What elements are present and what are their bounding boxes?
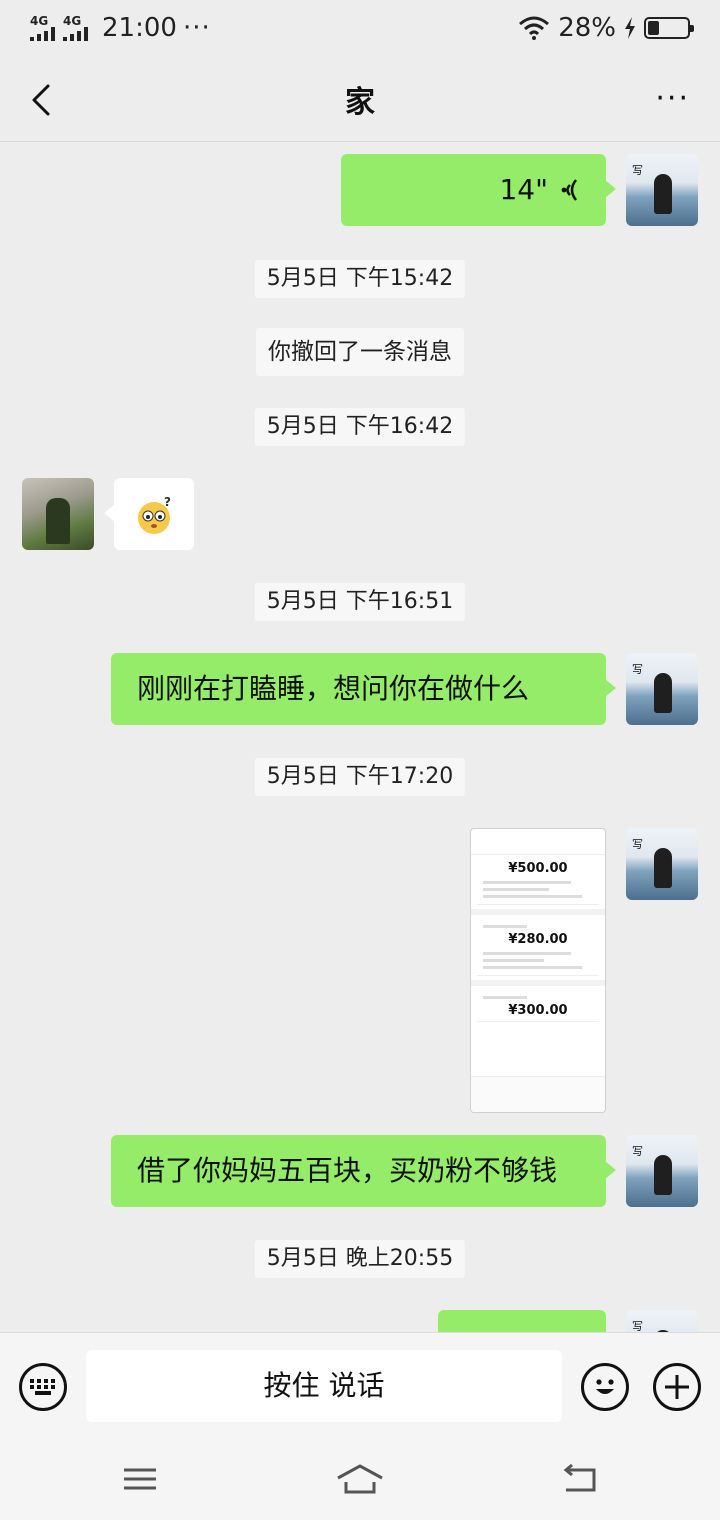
plus-icon — [665, 1375, 689, 1399]
avatar-self[interactable]: 写 — [626, 1310, 698, 1332]
timestamp: 5月5日 下午16:42 — [254, 408, 466, 446]
charging-icon — [625, 17, 635, 39]
input-bar: 按住 说话 — [0, 1332, 720, 1440]
timestamp: 5月5日 晚上20:55 — [254, 1240, 466, 1278]
page-title: 家 — [345, 84, 375, 120]
back-nav-icon[interactable] — [558, 1462, 602, 1496]
wifi-icon — [519, 16, 550, 40]
keyboard-button[interactable] — [19, 1363, 67, 1411]
partial-message[interactable] — [438, 1310, 606, 1332]
more-button[interactable]: ··· — [655, 84, 690, 114]
recall-notice: 你撤回了一条消息 — [256, 328, 464, 376]
avatar-self[interactable]: 写 — [626, 1135, 698, 1207]
battery-percent: 28% — [558, 13, 616, 43]
back-button[interactable] — [22, 78, 66, 122]
home-icon[interactable] — [336, 1462, 384, 1496]
voice-duration: 14" — [499, 173, 548, 206]
timestamp: 5月5日 下午15:42 — [254, 260, 466, 298]
add-button[interactable] — [653, 1363, 701, 1411]
chat-list[interactable]: 写 14" 5月5日 下午15:42 你撤回了一条消息 5月5日 下午16:42… — [0, 142, 720, 1332]
sticker-message[interactable]: ? — [104, 478, 194, 550]
status-bar: 4G 4G 21:00 ··· 28% — [0, 0, 720, 56]
confused-face-sticker: ? — [138, 495, 171, 534]
menu-icon[interactable] — [118, 1462, 162, 1496]
status-time: 21:00 — [102, 13, 177, 43]
emoji-button[interactable] — [581, 1363, 629, 1411]
notification-dots: ··· — [182, 13, 211, 43]
screenshot-amount: ¥500.00 — [508, 861, 568, 876]
screenshot-amount: ¥300.00 — [508, 1003, 568, 1018]
avatar-other[interactable] — [22, 478, 94, 550]
voice-wave-icon — [561, 179, 578, 201]
image-message[interactable]: ¥500.00 ¥280.00 ¥300.00 — [470, 828, 606, 1113]
svg-text:?: ? — [164, 495, 171, 509]
hold-to-talk-button[interactable]: 按住 说话 — [86, 1350, 562, 1422]
avatar-self[interactable]: 写 — [626, 828, 698, 900]
signal-icon: 4G — [30, 15, 55, 41]
chat-header: 家 ··· — [0, 56, 720, 142]
battery-icon — [644, 17, 694, 39]
avatar-self[interactable]: 写 — [626, 653, 698, 725]
voice-message[interactable]: 14" — [341, 154, 616, 226]
smile-icon — [596, 1379, 614, 1394]
screenshot-amount: ¥280.00 — [508, 932, 568, 947]
text-message[interactable]: 刚刚在打瞌睡，想问你在做什么 — [111, 653, 616, 725]
system-nav-bar — [0, 1440, 720, 1520]
signal-icon-2: 4G — [63, 15, 88, 41]
timestamp: 5月5日 下午16:51 — [254, 583, 466, 621]
timestamp: 5月5日 下午17:20 — [254, 758, 466, 796]
text-message[interactable]: 借了你妈妈五百块，买奶粉不够钱 — [111, 1135, 616, 1207]
avatar-self[interactable]: 写 — [626, 154, 698, 226]
keyboard-icon — [30, 1379, 55, 1395]
